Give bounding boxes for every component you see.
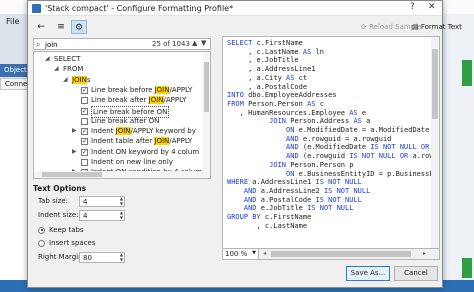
search-input[interactable] xyxy=(45,40,145,49)
tree-item-label: Line break after ON xyxy=(91,116,159,126)
checkbox-unchecked-icon[interactable] xyxy=(81,97,88,105)
expanded-icon[interactable]: ◢ xyxy=(63,75,68,85)
label-part: Line break after ON xyxy=(91,116,160,125)
tree-vertical-scrollbar[interactable] xyxy=(203,52,210,178)
label-part: Indent xyxy=(91,127,116,136)
preview-toolbar: ⟳ Reload Sample ▤ Format Text xyxy=(222,20,462,34)
radio-checked-icon xyxy=(38,226,45,234)
spinner-arrows-icon[interactable]: ▲ ▼ xyxy=(120,196,123,206)
indent-size-label: Indent size: xyxy=(38,211,79,219)
options-tree: ◢ SELECT ◢ FROM ◢ JOINs ✓ Line break before JOI… xyxy=(33,51,211,179)
expanded-icon[interactable]: ◢ xyxy=(54,64,59,74)
spinner-arrows-icon[interactable]: ▲ ▼ xyxy=(120,210,123,220)
label-part: /APPLY keyword by xyxy=(130,127,196,136)
search-box: ⌕ 25 of 1043 ▲ ▼ xyxy=(33,38,211,50)
label-part: Line break after xyxy=(91,96,149,105)
radio-unchecked-icon xyxy=(38,239,45,247)
dialog-title: 'Stack compact' - Configure Formatting P… xyxy=(45,4,234,13)
label-part: s xyxy=(86,75,91,84)
format-text-button[interactable]: ▤ Format Text xyxy=(412,23,462,31)
search-highlight: JOIN xyxy=(154,85,170,94)
save-as-button[interactable]: Save As... xyxy=(346,266,390,281)
side-tab-bottom[interactable] xyxy=(462,258,472,278)
tree-item-label: FROM xyxy=(63,65,84,74)
search-icon: ⌕ xyxy=(36,40,41,49)
expand-icon[interactable]: ▶ xyxy=(72,147,77,157)
tree-view-icon[interactable]: ≡ xyxy=(53,20,69,34)
configure-formatting-dialog: 'Stack compact' - Configure Formatting P… xyxy=(27,0,462,288)
checkbox-checked-icon[interactable]: ✓ xyxy=(81,148,88,156)
search-next-icon[interactable]: ▼ xyxy=(201,39,206,47)
tab-size-spinner[interactable]: 4 ▲ ▼ xyxy=(79,196,125,207)
label-part: Line break before xyxy=(91,85,155,94)
checkbox-unchecked-icon[interactable] xyxy=(81,117,88,125)
settings-icon[interactable]: ⚙ xyxy=(71,20,87,34)
editor-horizontal-scrollbar[interactable] xyxy=(271,251,411,257)
checkbox-checked-icon[interactable]: ✓ xyxy=(81,107,88,115)
label-part: /APPLY xyxy=(169,137,193,146)
right-margin-label: Right Margin: xyxy=(38,253,85,261)
tree-item-label: Indent table after JOIN/APPLY xyxy=(91,136,192,146)
checkbox-checked-icon[interactable]: ✓ xyxy=(81,128,88,136)
tab-size-label: Tab size: xyxy=(38,197,69,205)
label-part: /APPLY xyxy=(163,96,187,105)
tree-item-label: Line break before JOIN/APPLY xyxy=(91,85,192,95)
search-highlight: JOIN xyxy=(115,127,131,136)
checkbox-checked-icon[interactable]: ✓ xyxy=(81,138,88,146)
tree-item-label: Indent on new line only xyxy=(91,157,173,167)
spinner-arrows-icon[interactable]: ▲ ▼ xyxy=(120,252,123,262)
back-icon[interactable]: ← xyxy=(33,20,49,34)
label-part: Line break before ON xyxy=(93,107,168,116)
side-tab[interactable] xyxy=(462,60,472,86)
file-menu[interactable]: File xyxy=(6,17,19,26)
chevron-down-icon: ▼ xyxy=(252,250,256,256)
editor-bottom-bar: 100 % ▼ ◂ ▸ xyxy=(222,249,440,260)
search-highlight: JOIN xyxy=(148,96,164,105)
label-part: Indent ON keyword by 4 colum xyxy=(91,147,200,156)
app-icon xyxy=(32,4,41,13)
sql-code: SELECT c.FirstName , c.LastName AS ln , … xyxy=(227,39,439,230)
tree-item-label: Indent JOIN/APPLY keyword by xyxy=(91,126,196,136)
close-button[interactable]: ✕ xyxy=(428,2,436,12)
scroll-left-icon[interactable]: ◂ xyxy=(263,250,266,257)
checkbox-unchecked-icon[interactable] xyxy=(81,159,88,166)
search-count: 25 of 1043 xyxy=(152,40,190,48)
tree-item-label: Line break after JOIN/APPLY xyxy=(91,95,186,105)
right-margin-spinner[interactable]: 80 ▲ ▼ xyxy=(79,252,125,263)
tree-item-label: SELECT xyxy=(54,55,81,63)
indent-size-spinner[interactable]: 4 ▲ ▼ xyxy=(79,210,125,221)
search-prev-icon[interactable]: ▲ xyxy=(192,39,197,47)
search-highlight: JOIN xyxy=(72,75,87,84)
dialog-titlebar: 'Stack compact' - Configure Formatting P… xyxy=(28,1,442,16)
label-part: /APPLY xyxy=(169,85,193,94)
cancel-button[interactable]: Cancel xyxy=(394,266,438,281)
text-options-title: Text Options xyxy=(33,184,87,193)
editor-vertical-scrollbar[interactable] xyxy=(431,37,439,248)
ide-right-panel xyxy=(442,14,474,280)
expand-icon[interactable]: ▶ xyxy=(72,126,77,136)
expanded-icon[interactable]: ◢ xyxy=(45,54,50,64)
search-highlight: JOIN xyxy=(154,137,170,146)
scroll-right-icon[interactable]: ▸ xyxy=(423,250,426,257)
sql-preview-editor[interactable]: SELECT c.FirstName , c.LastName AS ln , … xyxy=(222,36,440,249)
tree-item-label: Indent ON keyword by 4 colum xyxy=(91,147,199,157)
tree-horizontal-scrollbar[interactable] xyxy=(34,171,204,178)
zoom-select[interactable]: 100 % ▼ xyxy=(223,249,259,259)
tree-item-label: JOINs xyxy=(72,75,91,85)
help-button[interactable]: ? xyxy=(410,2,415,12)
checkbox-checked-icon[interactable]: ✓ xyxy=(81,86,88,94)
label-part: Indent table after xyxy=(91,137,155,146)
label-part: Indent on new line only xyxy=(91,158,173,166)
